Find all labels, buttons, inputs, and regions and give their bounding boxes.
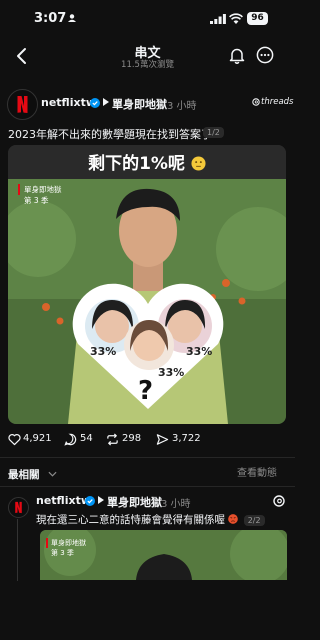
percent-label-right: 33% bbox=[186, 345, 213, 358]
thread-line bbox=[17, 519, 18, 581]
view-count: 11.5萬次瀏覽 bbox=[121, 60, 174, 70]
status-bar: 3:07 96 bbox=[0, 0, 295, 36]
reply-page-indicator: 2/2 bbox=[243, 515, 265, 526]
reply-media[interactable]: 單身即地獄 第 3 季 bbox=[40, 530, 287, 580]
avatar[interactable] bbox=[7, 89, 38, 120]
reply-text-row: 現在還三心二意的話恃藤會覺得有關係喔 2/2 bbox=[36, 512, 265, 527]
show-title-line2: 第 3 季 bbox=[24, 196, 49, 205]
sort-label: 最相關 bbox=[8, 469, 40, 481]
like-count: 4,921 bbox=[23, 433, 52, 444]
share-count: 3,722 bbox=[172, 433, 201, 444]
more-options-icon[interactable] bbox=[256, 46, 274, 64]
reply-time: 3 小時 bbox=[161, 499, 191, 510]
comment-icon[interactable] bbox=[64, 433, 77, 446]
thinking-emoji-icon bbox=[191, 156, 206, 171]
caret-right-icon bbox=[98, 496, 104, 504]
cellular-signal-icon bbox=[210, 14, 226, 24]
post-text: 2023年解不出來的數學題現在找到答案了 bbox=[8, 128, 212, 141]
wifi-icon bbox=[229, 13, 243, 24]
caret-right-icon bbox=[103, 98, 109, 106]
netflix-logo-icon bbox=[15, 501, 22, 514]
battery-indicator: 96 bbox=[247, 12, 268, 25]
page-indicator: 1/2 bbox=[203, 127, 224, 138]
view-activity-link[interactable]: 查看動態 bbox=[237, 464, 277, 479]
chevron-down-icon bbox=[48, 471, 57, 477]
question-mark: ? bbox=[138, 376, 154, 406]
reply-show-title-line2: 第 3 季 bbox=[51, 549, 74, 557]
reply-username[interactable]: netflixtw bbox=[36, 494, 91, 507]
post-time: 3 小時 bbox=[167, 101, 197, 112]
angry-emoji-icon bbox=[228, 514, 239, 524]
sort-dropdown[interactable]: 最相關 bbox=[8, 463, 57, 482]
verified-badge-icon bbox=[90, 98, 100, 108]
threads-logo-icon bbox=[273, 495, 285, 507]
verified-badge-icon bbox=[85, 496, 95, 506]
post-media[interactable]: 剩下的1%呢 單身即地獄 第 3 季 33% 33% 33% ? bbox=[8, 145, 286, 424]
post-username[interactable]: netflixtw bbox=[41, 96, 96, 109]
reply-avatar[interactable] bbox=[8, 497, 29, 518]
share-icon[interactable] bbox=[156, 433, 169, 446]
threads-logo-icon bbox=[252, 98, 260, 106]
percent-label-left: 33% bbox=[90, 345, 117, 358]
bell-icon[interactable] bbox=[228, 46, 246, 64]
section-divider bbox=[0, 457, 295, 458]
show-title-line1: 單身即地獄 bbox=[18, 184, 62, 195]
reply-text: 現在還三心二意的話恃藤會覺得有關係喔 bbox=[36, 514, 225, 526]
status-time: 3:07 bbox=[34, 11, 67, 26]
person-icon bbox=[68, 14, 76, 22]
reply-show-title-line1: 單身即地獄 bbox=[46, 538, 86, 548]
post-actions: 4,921 54 298 3,722 bbox=[0, 432, 295, 448]
percent-label-center: 33% bbox=[158, 366, 185, 379]
heart-icon[interactable] bbox=[8, 433, 21, 446]
comment-count: 54 bbox=[80, 433, 93, 444]
reply-divider bbox=[0, 486, 295, 487]
reply-tag[interactable]: 單身即地獄 bbox=[107, 494, 162, 510]
media-headline: 剩下的1%呢 bbox=[8, 149, 286, 174]
threads-label: threads bbox=[261, 97, 294, 107]
netflix-logo-icon bbox=[17, 96, 28, 113]
post-tag[interactable]: 單身即地獄 bbox=[112, 96, 167, 112]
repost-icon[interactable] bbox=[106, 433, 119, 446]
repost-count: 298 bbox=[122, 433, 142, 444]
